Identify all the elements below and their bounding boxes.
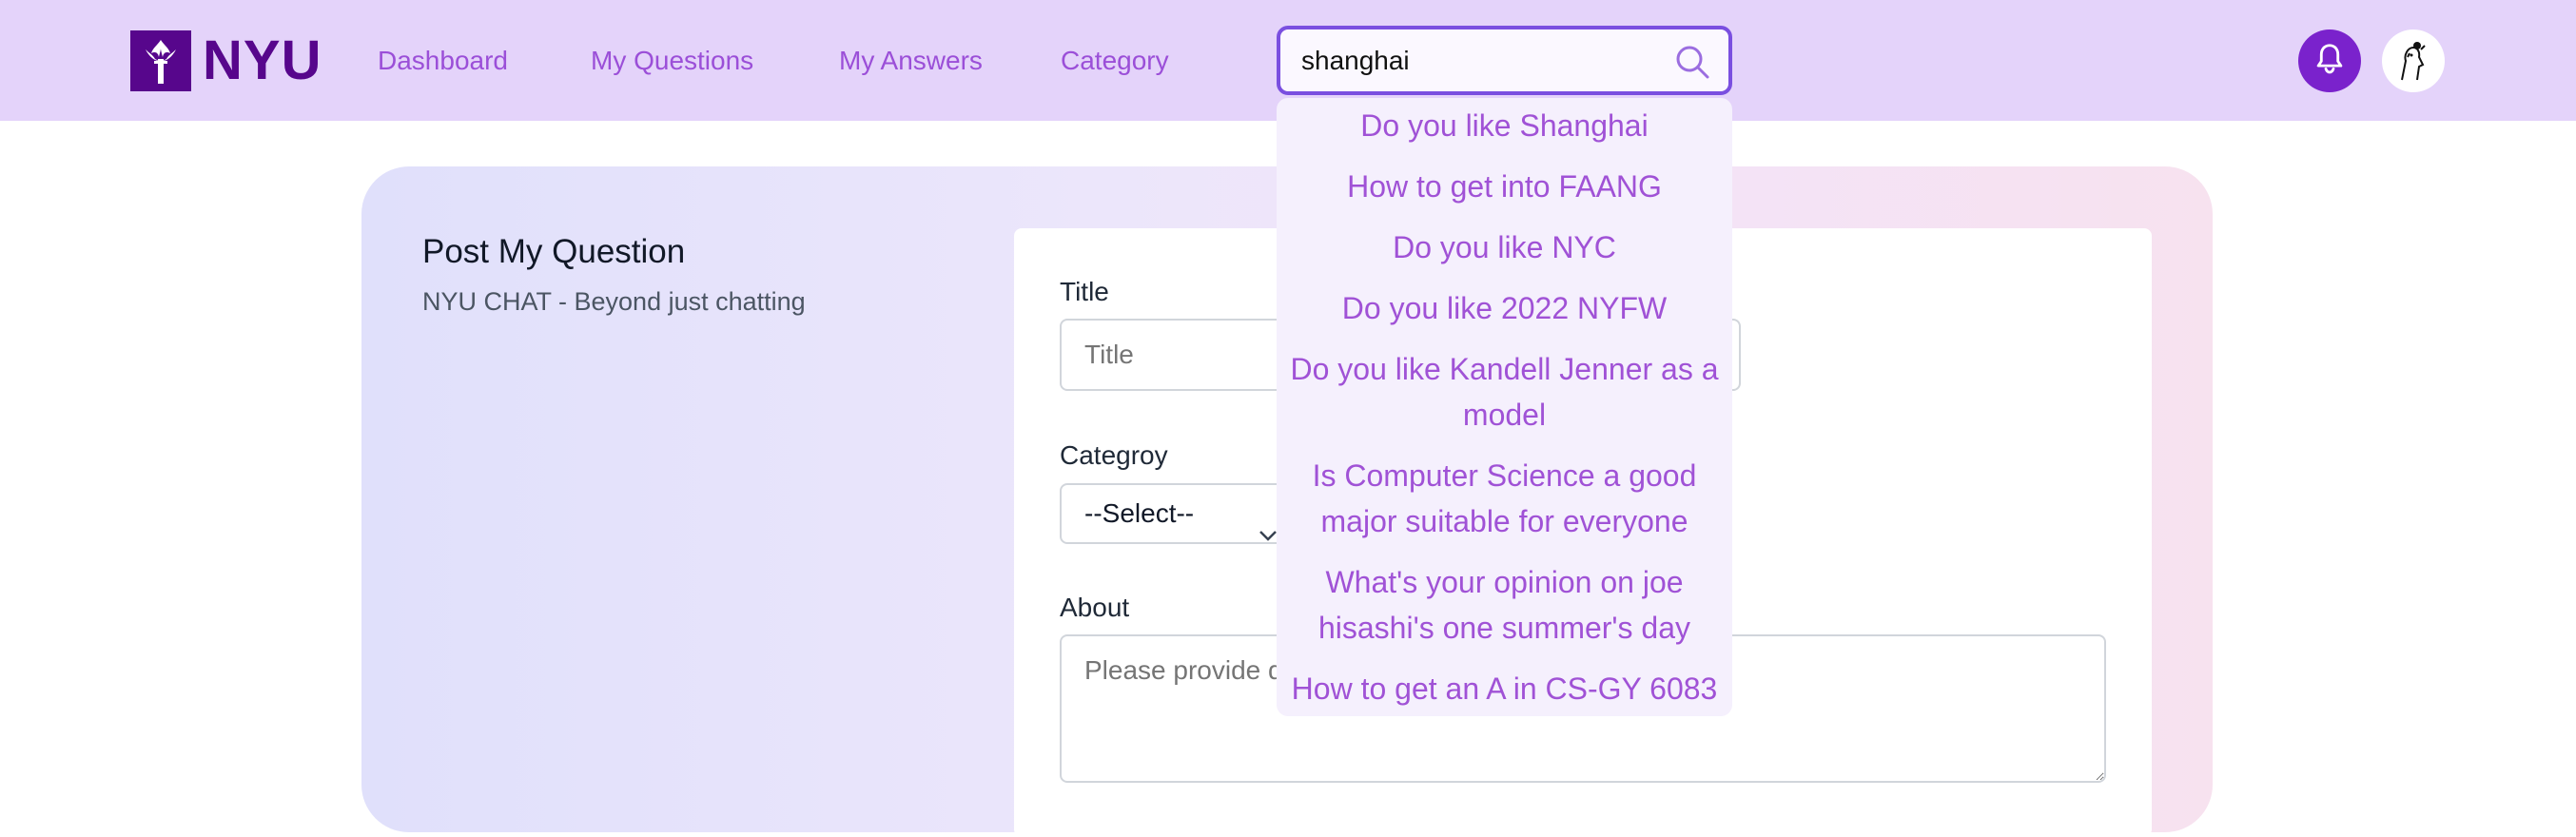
nav-category[interactable]: Category (1061, 43, 1169, 79)
nyu-logo[interactable]: NYU (130, 30, 322, 91)
suggestion-item[interactable]: Do you like Shanghai (1277, 103, 1732, 148)
category-select[interactable]: --Select-- (1060, 483, 1288, 544)
chevron-down-icon (1258, 506, 1278, 541)
search-input[interactable] (1301, 43, 1653, 79)
bell-icon (2312, 41, 2348, 82)
search-suggestions-dropdown: Do you like Shanghai How to get into FAA… (1277, 98, 1732, 716)
page-title: Post My Question (422, 233, 686, 270)
logo-text: NYU (203, 29, 322, 91)
nav-my-answers[interactable]: My Answers (839, 43, 983, 79)
nav-my-questions[interactable]: My Questions (591, 43, 753, 79)
category-label: Categroy (1060, 440, 1168, 470)
title-label: Title (1060, 277, 1109, 306)
suggestion-item[interactable]: What's your opinion on joe hisashi's one… (1277, 559, 1732, 651)
search-icon[interactable] (1673, 43, 1711, 81)
suggestion-item[interactable]: Do you like 2022 NYFW (1277, 285, 1732, 331)
user-avatar[interactable] (2382, 29, 2445, 92)
suggestion-item[interactable]: Is Computer Science a good major suitabl… (1277, 453, 1732, 544)
category-selected-value: --Select-- (1084, 498, 1195, 528)
page-subtitle: NYU CHAT - Beyond just chatting (422, 287, 806, 316)
notification-bell-button[interactable] (2298, 29, 2361, 92)
search-box[interactable] (1277, 26, 1732, 95)
nav-dashboard[interactable]: Dashboard (378, 43, 508, 79)
suggestion-item[interactable]: Do you like Kandell Jenner as a model (1277, 346, 1732, 438)
suggestion-item[interactable]: How to get into FAANG (1277, 164, 1732, 209)
about-label: About (1060, 593, 1130, 622)
torch-icon (130, 30, 191, 91)
suggestion-item[interactable]: How to get an A in CS-GY 6083 (1277, 666, 1732, 711)
suggestion-item[interactable]: Do you like NYC (1277, 224, 1732, 270)
